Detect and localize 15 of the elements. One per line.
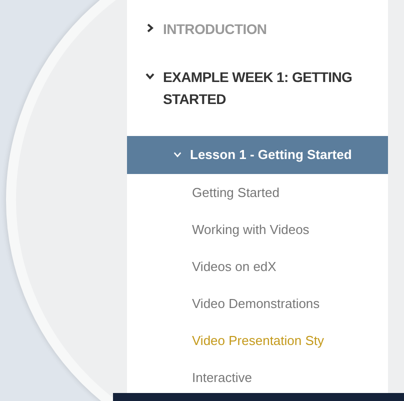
section-title: INTRODUCTION xyxy=(163,20,267,39)
section-title: EXAMPLE WEEK 1: GETTING STARTED xyxy=(163,68,354,109)
unit-link[interactable]: Video Presentation Sty xyxy=(127,322,388,359)
chevron-icon xyxy=(173,150,182,159)
unit-link[interactable]: Interactive xyxy=(127,359,388,396)
unit-link[interactable]: Videos on edX xyxy=(127,248,388,285)
chevron-icon xyxy=(145,23,155,33)
lesson-item[interactable]: Lesson 1 - Getting Started xyxy=(127,136,388,174)
section-item[interactable]: EXAMPLE WEEK 1: GETTING STARTED xyxy=(127,66,388,110)
unit-link[interactable]: Video Demonstrations xyxy=(127,285,388,322)
chevron-icon xyxy=(145,71,155,81)
lesson-title: Lesson 1 - Getting Started xyxy=(190,146,352,164)
section-item[interactable]: INTRODUCTION xyxy=(127,18,388,40)
unit-link[interactable]: Working with Videos xyxy=(127,211,388,248)
unit-link[interactable]: Getting Started xyxy=(127,174,388,211)
